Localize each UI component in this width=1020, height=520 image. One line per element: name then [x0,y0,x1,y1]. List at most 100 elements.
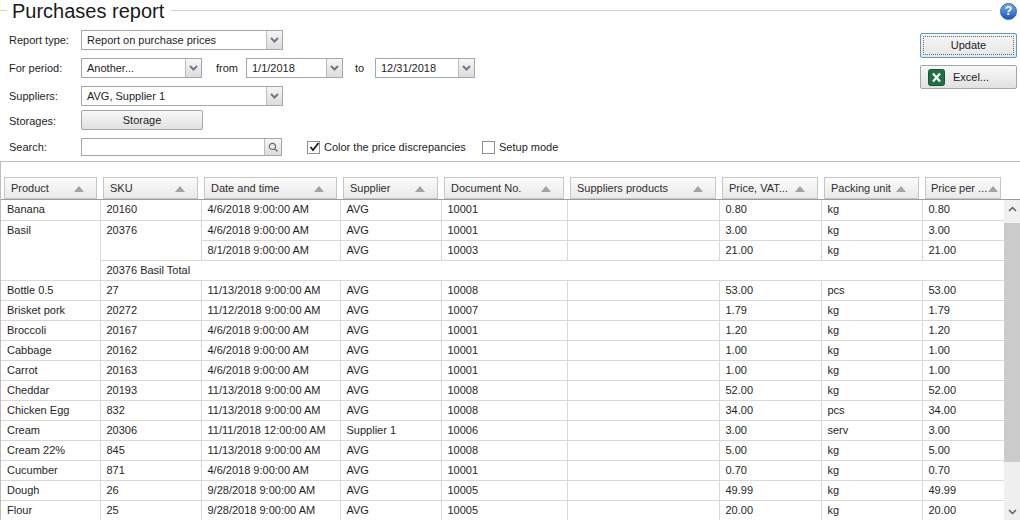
scrollbar-thumb[interactable] [1004,223,1020,462]
cell[interactable]: 8/1/2018 9:00:00 AM [201,240,340,260]
cell[interactable] [567,220,719,240]
cell[interactable]: kg [821,380,922,400]
cell[interactable]: kg [821,440,922,460]
cell[interactable]: Cream [1,420,100,440]
cell[interactable]: 1.20 [719,320,821,340]
scrollbar-down-button[interactable] [1004,503,1020,520]
suppliers-dropdown-button[interactable] [266,87,282,105]
cell[interactable] [567,200,719,220]
cell[interactable]: AVG [340,500,441,520]
cell[interactable]: 10008 [441,280,567,300]
cell[interactable]: 21.00 [922,240,1004,260]
storage-button[interactable]: Storage [81,110,203,130]
cell[interactable]: 10003 [441,240,567,260]
cell[interactable]: AVG [340,380,441,400]
cell[interactable]: 20167 [100,320,201,340]
search-button[interactable] [264,139,281,155]
cell[interactable]: 10008 [441,400,567,420]
cell[interactable]: AVG [340,360,441,380]
cell[interactable]: 20160 [100,200,201,220]
cell[interactable]: 10001 [441,460,567,480]
cell[interactable]: 20.00 [922,500,1004,520]
date-from-combo[interactable]: 1/1/2018 [246,58,343,78]
cell[interactable]: pcs [821,400,922,420]
cell[interactable]: 5.00 [922,440,1004,460]
cell[interactable]: pcs [821,280,922,300]
cell[interactable]: 10001 [441,340,567,360]
cell[interactable]: Cucumber [1,460,100,480]
cell[interactable] [567,380,719,400]
cell[interactable]: 10008 [441,380,567,400]
cell[interactable]: 4/6/2018 9:00:00 AM [201,200,340,220]
cell[interactable]: 27 [100,280,201,300]
cell[interactable]: 49.99 [922,480,1004,500]
cell[interactable]: 1.00 [922,360,1004,380]
search-input[interactable] [81,138,282,156]
cell[interactable]: 20306 [100,420,201,440]
cell[interactable]: 10001 [441,200,567,220]
cell[interactable]: 832 [100,400,201,420]
cell[interactable]: 52.00 [922,380,1004,400]
cell[interactable]: 49.99 [719,480,821,500]
cell[interactable]: AVG [340,200,441,220]
cell[interactable]: 4/6/2018 9:00:00 AM [201,220,340,240]
column-header-date-and-time[interactable]: Date and time [204,177,337,199]
cell[interactable]: kg [821,220,922,240]
cell[interactable]: kg [821,320,922,340]
cell[interactable]: 20193 [100,380,201,400]
update-button[interactable]: Update [920,33,1017,58]
cell[interactable]: 1.00 [922,340,1004,360]
cell[interactable]: Cabbage [1,340,100,360]
cell[interactable]: 11/11/2018 12:00:00 AM [201,420,340,440]
cell[interactable]: 11/12/2018 9:00:00 AM [201,300,340,320]
column-header-price-per[interactable]: Price per ... [925,177,1001,199]
cell[interactable]: Dough [1,480,100,500]
cell[interactable]: 4/6/2018 9:00:00 AM [201,460,340,480]
cell[interactable]: Chicken Egg [1,400,100,420]
cell[interactable]: 20376 [100,220,201,260]
cell[interactable]: 10001 [441,360,567,380]
cell[interactable] [567,480,719,500]
checkbox-box[interactable] [307,141,320,154]
cell[interactable]: 21.00 [719,240,821,260]
report-type-combo[interactable]: Report on purchase prices [81,30,283,50]
cell[interactable]: serv [821,420,922,440]
cell[interactable]: Bottle 0.5 [1,280,100,300]
checkbox-setup-mode[interactable]: Setup mode [482,140,558,154]
cell[interactable]: 34.00 [719,400,821,420]
cell[interactable]: 1.79 [922,300,1004,320]
period-combo[interactable]: Another... [81,58,202,78]
scrollbar-up-button[interactable] [1004,200,1020,217]
cell[interactable]: 52.00 [719,380,821,400]
cell[interactable]: 20272 [100,300,201,320]
cell[interactable]: kg [821,480,922,500]
cell[interactable]: 871 [100,460,201,480]
column-header-supplier[interactable]: Supplier [343,177,438,199]
cell[interactable]: 5.00 [719,440,821,460]
cell[interactable] [567,360,719,380]
cell[interactable]: 20162 [100,340,201,360]
cell[interactable]: 9/28/2018 9:00:00 AM [201,500,340,520]
cell[interactable]: 20376 Basil Total [100,260,1004,280]
cell[interactable]: AVG [340,480,441,500]
cell[interactable]: 1.00 [719,340,821,360]
cell[interactable]: Banana [1,200,100,220]
cell[interactable]: 0.80 [922,200,1004,220]
cell[interactable]: Broccoli [1,320,100,340]
cell[interactable]: 3.00 [922,220,1004,240]
cell[interactable]: 10006 [441,420,567,440]
cell[interactable]: 11/13/2018 9:00:00 AM [201,400,340,420]
cell[interactable] [567,240,719,260]
column-header-document-no[interactable]: Document No. [444,177,564,199]
cell[interactable]: 10008 [441,440,567,460]
cell[interactable]: 11/13/2018 9:00:00 AM [201,440,340,460]
cell[interactable]: 10001 [441,320,567,340]
cell[interactable]: 20163 [100,360,201,380]
report-type-dropdown-button[interactable] [266,31,282,49]
cell[interactable]: kg [821,200,922,220]
cell[interactable]: 3.00 [719,220,821,240]
cell[interactable]: 3.00 [719,420,821,440]
cell[interactable]: kg [821,500,922,520]
cell[interactable] [567,340,719,360]
cell[interactable] [567,320,719,340]
